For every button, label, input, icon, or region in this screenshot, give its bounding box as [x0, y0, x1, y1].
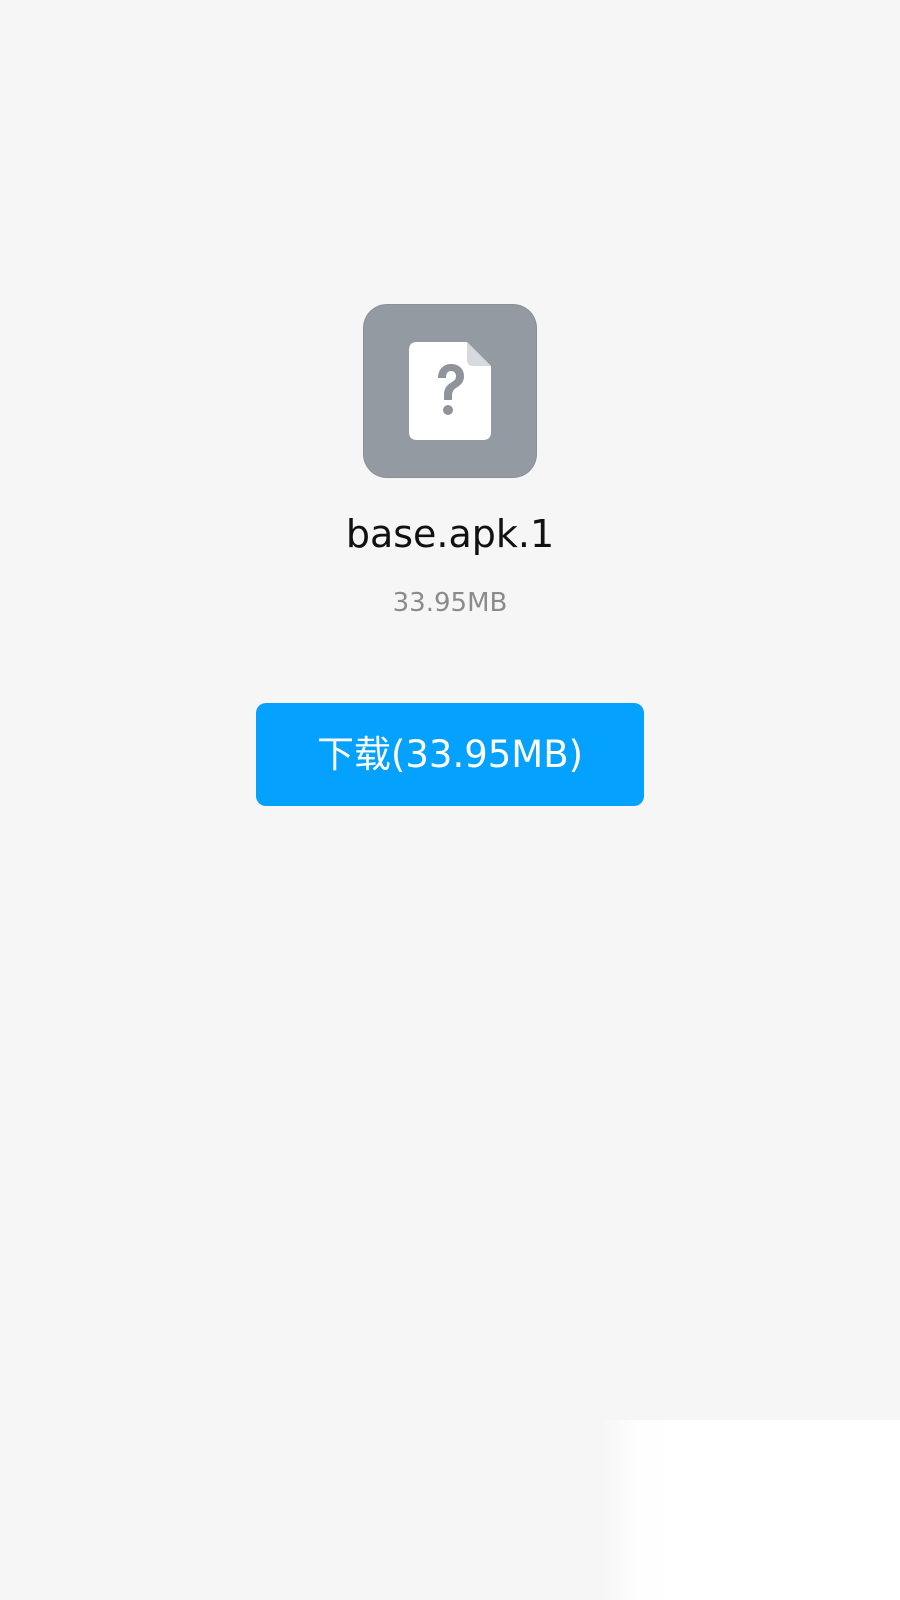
- unknown-file-icon: [363, 304, 537, 478]
- download-page: base.apk.1 33.95MB 下载(33.95MB): [0, 0, 900, 1600]
- file-name: base.apk.1: [345, 512, 555, 556]
- file-size: 33.95MB: [392, 588, 508, 618]
- download-button[interactable]: 下载(33.95MB): [256, 703, 644, 806]
- bottom-white-patch: [600, 1420, 900, 1600]
